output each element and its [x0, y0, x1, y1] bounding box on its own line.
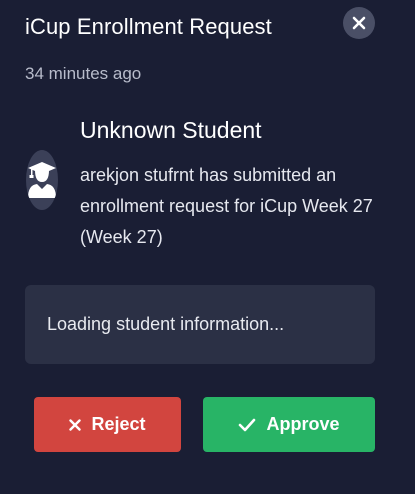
dialog-title: iCup Enrollment Request: [25, 14, 272, 39]
x-icon: [69, 418, 82, 431]
student-info-card: Loading student information...: [25, 285, 375, 364]
check-icon: [238, 418, 256, 432]
close-button[interactable]: [343, 7, 375, 39]
approve-button[interactable]: Approve: [203, 397, 375, 452]
loading-text: Loading student information...: [47, 314, 285, 334]
request-message: arekjon stufrnt has submitted an enrollm…: [80, 165, 373, 247]
close-icon: [352, 16, 366, 30]
student-name: Unknown Student: [80, 117, 262, 143]
request-timestamp: 34 minutes ago: [25, 64, 142, 83]
avatar: [26, 150, 58, 210]
reject-button[interactable]: Reject: [34, 397, 181, 452]
enrollment-request-dialog: iCup Enrollment Request 34 minutes ago U…: [0, 0, 415, 494]
graduate-user-icon: [26, 156, 58, 205]
reject-label: Reject: [91, 414, 146, 434]
approve-label: Approve: [266, 414, 340, 434]
